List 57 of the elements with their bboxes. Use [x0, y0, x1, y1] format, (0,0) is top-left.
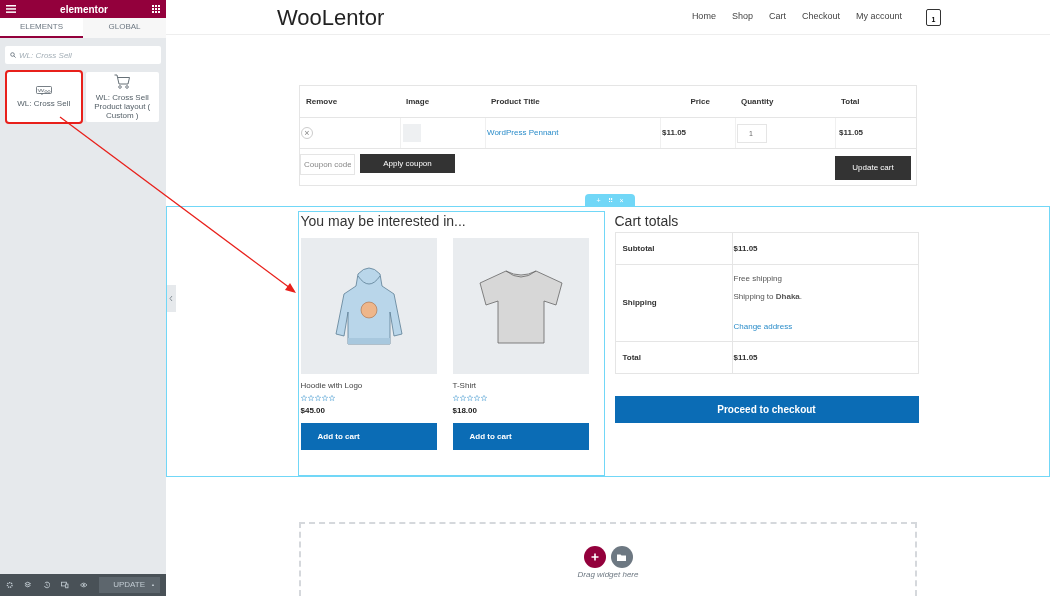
- nav-link[interactable]: Shop: [731, 10, 753, 24]
- subtotal-value: $11.05: [733, 243, 759, 255]
- add-to-cart-button[interactable]: Add to cart: [300, 423, 437, 451]
- change-address-link[interactable]: Change address: [733, 321, 917, 334]
- site-logo[interactable]: WooLentor: [277, 0, 385, 34]
- responsive-icon[interactable]: [61, 581, 69, 589]
- line-total: $11.05: [839, 127, 864, 140]
- row-label: Shipping: [622, 297, 657, 310]
- product-name[interactable]: Hoodie with Logo: [300, 380, 437, 393]
- editor-logo: elementor: [60, 2, 108, 17]
- widget-label: WL: Cross Sell Product layout ( Custom ): [93, 93, 152, 120]
- column-header: Image: [405, 96, 431, 108]
- folder-icon: [617, 554, 626, 561]
- widget-label: WL: Cross Sell: [16, 99, 72, 108]
- nav-link[interactable]: Cart: [768, 10, 786, 24]
- column-header: Price: [689, 96, 711, 108]
- menu-icon[interactable]: [6, 5, 16, 13]
- column-header: Remove: [305, 96, 339, 108]
- product-price: $45.00: [300, 405, 326, 418]
- column-header: Total: [840, 96, 861, 108]
- add-section-button[interactable]: [583, 546, 606, 569]
- total-value: $11.05: [733, 352, 759, 364]
- apply-coupon-button[interactable]: Apply coupon: [360, 154, 455, 174]
- plus-icon: [590, 553, 599, 562]
- history-icon[interactable]: [42, 581, 51, 589]
- shipping-method: Free shipping: [733, 273, 783, 286]
- layers-icon[interactable]: [24, 581, 32, 589]
- section-title: Cart totals: [614, 212, 680, 231]
- woo-icon: [35, 86, 52, 95]
- template-button[interactable]: [610, 546, 633, 569]
- column-header: Product Title: [490, 96, 541, 108]
- collapse-handle-icon[interactable]: [166, 285, 176, 312]
- nav-link[interactable]: Checkout: [801, 10, 840, 24]
- checkout-button[interactable]: Proceed to checkout: [614, 396, 919, 424]
- nav-link[interactable]: My account: [855, 10, 902, 24]
- shipping-destination: Shipping to Dhaka.: [733, 291, 803, 304]
- update-cart-button[interactable]: Update cart: [835, 156, 911, 181]
- widget-tile[interactable]: WL: Cross Sell: [7, 72, 81, 122]
- nav-link[interactable]: Home: [691, 10, 716, 24]
- section-title: You may be interested in...: [300, 212, 467, 231]
- product-name[interactable]: T-Shirt: [452, 380, 589, 393]
- apps-grid-icon[interactable]: [152, 5, 160, 13]
- price: $11.05: [662, 127, 687, 140]
- column-header: Quantity: [740, 96, 775, 108]
- add-to-cart-button[interactable]: Add to cart: [452, 423, 589, 451]
- cart-icon: [114, 74, 131, 89]
- widget-tile[interactable]: WL: Cross Sell Product layout ( Custom ): [85, 72, 159, 122]
- row-label: Subtotal: [622, 243, 655, 255]
- product-price: $18.00: [452, 405, 478, 418]
- preview-icon[interactable]: [79, 581, 88, 589]
- coupon-field[interactable]: Coupon code: [300, 154, 355, 176]
- update-label: UPDATE: [113, 579, 146, 591]
- settings-icon[interactable]: [6, 581, 14, 589]
- product-link[interactable]: WordPress Pennant: [487, 127, 559, 140]
- panel-tab[interactable]: GLOBAL: [83, 18, 166, 38]
- row-label: Total: [622, 352, 641, 364]
- drop-hint: Drag widget here: [577, 569, 639, 582]
